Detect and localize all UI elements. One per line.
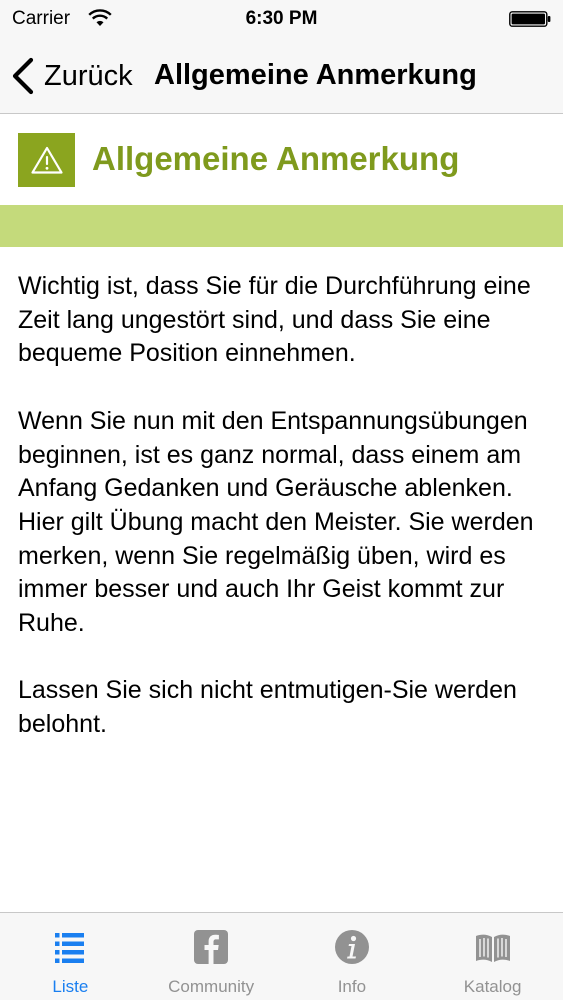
header-section: Allgemeine Anmerkung [0, 114, 563, 205]
warning-tile [18, 133, 75, 187]
tab-katalog[interactable]: Katalog [422, 913, 563, 1000]
tab-community[interactable]: Community [141, 913, 282, 1000]
tab-label-community: Community [168, 977, 255, 996]
tab-label-liste: Liste [52, 977, 89, 996]
paragraph-2: Wenn Sie nun mit den Entspannungsübungen… [18, 406, 534, 638]
nav-title: Allgemeine Anmerkung [154, 59, 477, 91]
back-button[interactable]: Zurück [10, 54, 133, 98]
info-icon [334, 930, 369, 964]
book-icon [475, 934, 510, 962]
screen: Carrier 6:30 PM Zurück Allgemeine Anmerk… [0, 0, 563, 1000]
status-bar: Carrier 6:30 PM [0, 0, 563, 38]
facebook-icon [194, 930, 229, 964]
status-time: 6:30 PM [245, 8, 318, 29]
paragraph-1: Wichtig ist, dass Sie für die Durchführu… [18, 272, 531, 368]
content-body: Wichtig ist, dass Sie für die Durchführu… [18, 270, 548, 776]
battery-icon [509, 11, 551, 27]
tab-bar: Liste Community Info Katalog [0, 912, 563, 1000]
list-icon [55, 933, 85, 963]
back-chevron-icon [12, 57, 34, 95]
back-label: Zurück [44, 59, 133, 92]
tab-liste[interactable]: Liste [0, 913, 141, 1000]
header-title: Allgemeine Anmerkung [92, 140, 460, 177]
nav-bar: Zurück Allgemeine Anmerkung [0, 38, 563, 114]
tab-info[interactable]: Info [282, 913, 423, 1000]
accent-strip [0, 205, 563, 247]
tab-label-katalog: Katalog [463, 977, 522, 996]
tab-label-info: Info [337, 977, 367, 996]
warning-icon [30, 146, 63, 174]
paragraph-3: Lassen Sie sich nicht entmutigen-Sie wer… [18, 676, 517, 739]
